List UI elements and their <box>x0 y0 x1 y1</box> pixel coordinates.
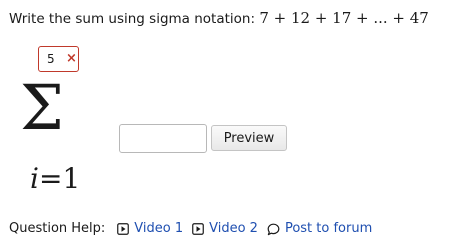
question-expression: 7 + 12 + 17 + ... + 47 <box>259 9 429 27</box>
question-help: Question Help: Video 1 Video 2 Post to f… <box>9 220 381 238</box>
equals-sign: = <box>38 162 63 195</box>
incorrect-icon: × <box>66 51 77 66</box>
post-to-forum-link[interactable]: Post to forum <box>267 220 372 238</box>
lower-limit: i=1 <box>30 162 80 196</box>
video-1-label: Video 1 <box>134 221 184 236</box>
play-icon <box>117 223 130 235</box>
post-to-forum-label: Post to forum <box>284 221 373 236</box>
video-2-label: Video 2 <box>209 221 258 236</box>
question-help-label: Question Help: <box>9 221 106 236</box>
summand-input[interactable] <box>119 124 207 153</box>
video-2-link[interactable]: Video 2 <box>192 220 258 238</box>
question-text: Write the sum using sigma notation: 7 + … <box>9 9 429 28</box>
speech-bubble-icon <box>267 223 280 235</box>
upper-limit-value: 5 <box>47 52 55 66</box>
index-variable: i <box>30 162 39 195</box>
sigma-symbol: Σ <box>20 71 64 144</box>
question-prompt: Write the sum using sigma notation: <box>9 11 256 27</box>
video-1-link[interactable]: Video 1 <box>117 220 183 238</box>
preview-button[interactable]: Preview <box>211 125 287 151</box>
lower-limit-value: 1 <box>62 162 81 195</box>
play-icon <box>192 223 204 235</box>
